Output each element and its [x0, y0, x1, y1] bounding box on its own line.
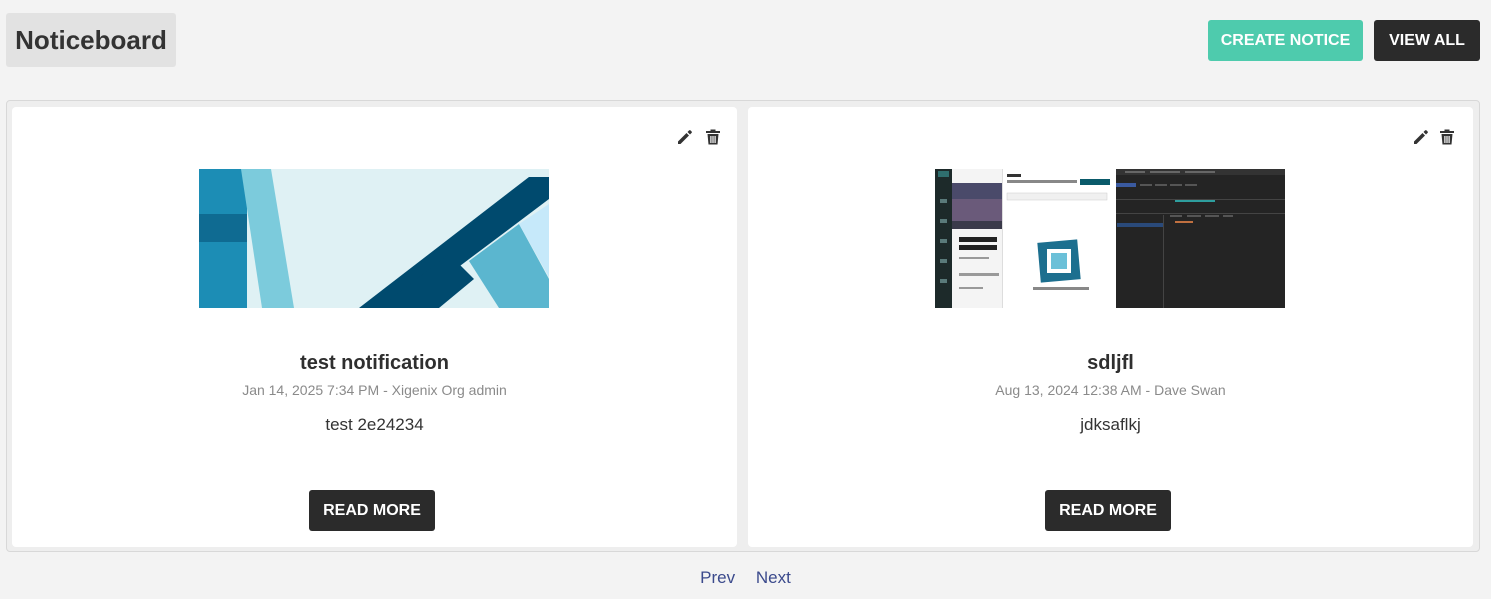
notice-title: test notification [300, 352, 449, 374]
notice-date: Jan 14, 2025 7:34 PM [242, 382, 380, 398]
notice-body: test 2e24234 [325, 415, 424, 434]
page-title: Noticeboard [6, 13, 176, 67]
notice-card: test notification Jan 14, 2025 7:34 PM -… [12, 107, 737, 547]
read-more-button[interactable]: READ MORE [1045, 490, 1171, 531]
notice-author: Xigenix Org admin [391, 382, 507, 398]
next-page-link[interactable]: Next [756, 568, 791, 587]
create-notice-button[interactable]: CREATE NOTICE [1208, 20, 1363, 61]
pagination: Prev Next [0, 568, 1491, 588]
notice-card: sdljfl Aug 13, 2024 12:38 AM - Dave Swan… [748, 107, 1473, 547]
meta-separator: - [379, 382, 392, 398]
notice-image [199, 169, 549, 308]
notice-title: sdljfl [1087, 352, 1134, 374]
delete-icon[interactable] [704, 128, 722, 146]
read-more-button[interactable]: READ MORE [309, 490, 435, 531]
view-all-button[interactable]: VIEW ALL [1374, 20, 1480, 61]
notice-body: jdksaflkj [1080, 415, 1141, 434]
notice-meta: Aug 13, 2024 12:38 AM - Dave Swan [748, 382, 1473, 398]
delete-icon[interactable] [1438, 128, 1456, 146]
notice-meta: Jan 14, 2025 7:34 PM - Xigenix Org admin [12, 382, 737, 398]
notice-author: Dave Swan [1154, 382, 1226, 398]
edit-icon[interactable] [676, 128, 694, 146]
notice-image [935, 169, 1285, 308]
notice-date: Aug 13, 2024 12:38 AM [995, 382, 1142, 398]
prev-page-link[interactable]: Prev [700, 568, 735, 587]
edit-icon[interactable] [1412, 128, 1430, 146]
meta-separator: - [1141, 382, 1155, 398]
